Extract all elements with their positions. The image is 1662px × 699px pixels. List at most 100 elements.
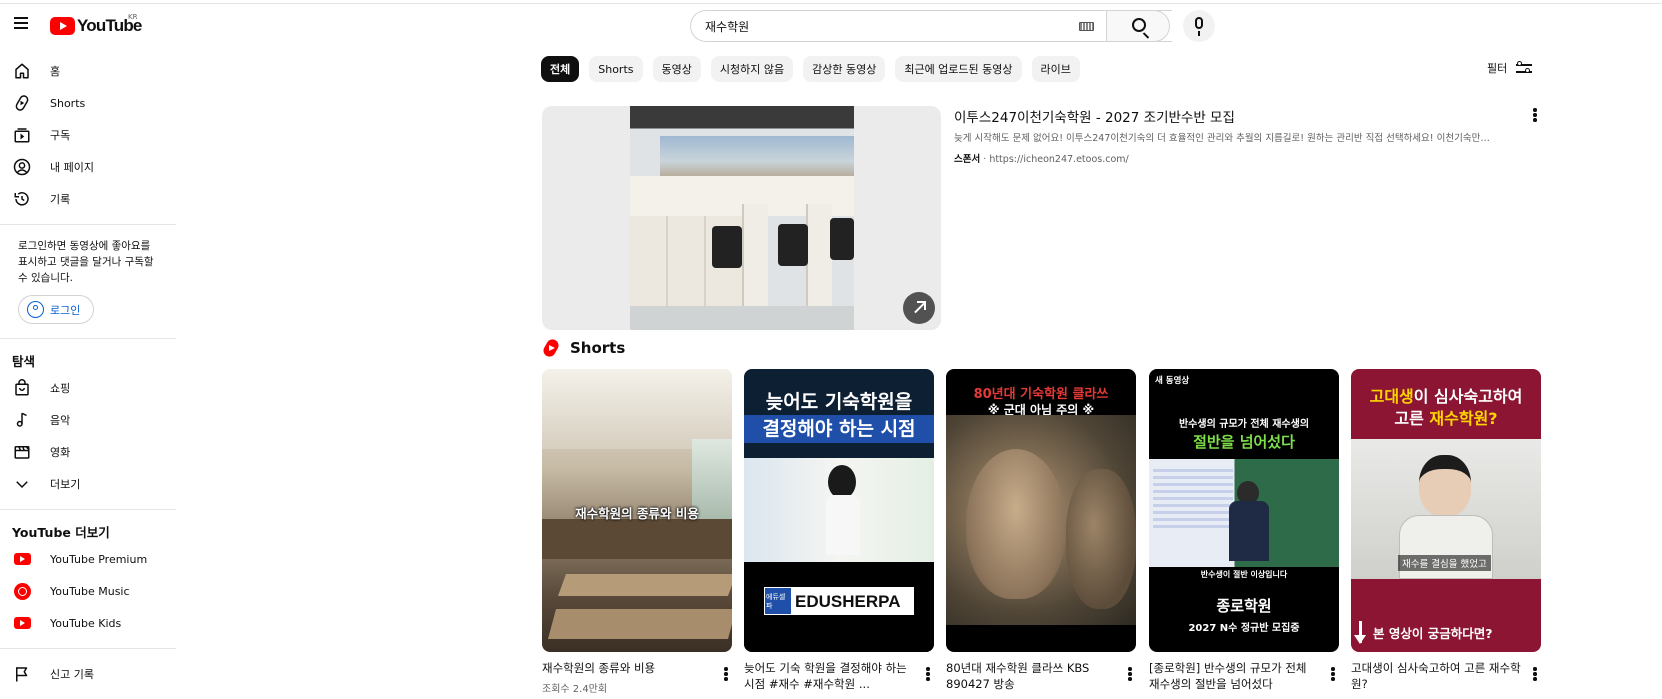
- youtube-logo[interactable]: YouTube KR: [50, 13, 142, 36]
- sidebar-item-you[interactable]: 내 페이지: [0, 151, 176, 183]
- sign-in-label: 로그인: [50, 303, 81, 317]
- short-overlay-text: 80년대 기숙학원 클라쓰: [973, 387, 1109, 402]
- sidebar-item-subscriptions[interactable]: 구독: [0, 119, 176, 151]
- ad-url[interactable]: https://icheon247.etoos.com/: [989, 154, 1128, 165]
- chip-live[interactable]: 라이브: [1031, 56, 1080, 82]
- search-button[interactable]: [1106, 10, 1170, 42]
- top-border: [0, 0, 1662, 4]
- sidebar-item-youtube-premium[interactable]: YouTube Premium: [0, 543, 176, 575]
- shopping-bag-icon: [12, 378, 32, 398]
- short-item[interactable]: 80년대 기숙학원 클라쓰 ※ 군대 아님 주의 ※ 80년대 재수학원 클라쓰…: [946, 369, 1136, 691]
- sidebar-item-label: YouTube Kids: [50, 616, 122, 630]
- sidebar-item-youtube-music[interactable]: YouTube Music: [0, 575, 176, 607]
- sidebar-item-history[interactable]: 기록: [0, 183, 176, 215]
- chip-watched[interactable]: 감상한 동영상: [803, 56, 886, 82]
- short-thumbnail[interactable]: 재수학원의 종류와 비용: [542, 369, 732, 652]
- user-circle-icon: [27, 301, 44, 318]
- short-item[interactable]: 늦어도 기숙학원을 결정해야 하는 시점 에듀셀파 EDUSHERPA 늦어도 …: [744, 369, 934, 691]
- short-overlay-line2: 고른 재수학원?: [1351, 405, 1541, 429]
- short-overlay-highlight: 절반을 넘어섰다: [1193, 433, 1295, 451]
- sidebar-item-music[interactable]: 음악: [0, 404, 176, 436]
- short-title[interactable]: 80년대 재수학원 클라쓰 KBS 890427 방송: [946, 660, 1116, 692]
- short-title[interactable]: [종로학원] 반수생의 규모가 전체 재수생의 절반을 넘어섰다: [1149, 660, 1319, 692]
- ad-title[interactable]: 이투스247이천기숙학원 - 2027 조기반수반 모집: [954, 106, 1235, 126]
- sidebar-item-label: 음악: [50, 414, 71, 427]
- divider: [0, 224, 176, 225]
- ad-more-actions-icon[interactable]: [1525, 105, 1545, 125]
- sidebar-item-label: 쇼핑: [50, 382, 71, 395]
- sidebar-item-label: 신고 기록: [50, 668, 94, 681]
- sidebar-item-label: 영화: [50, 446, 71, 459]
- divider: [0, 648, 176, 649]
- sidebar-item-show-more[interactable]: 더보기: [0, 468, 176, 500]
- short-more-actions-icon[interactable]: [918, 664, 938, 684]
- sidebar-item-report-history[interactable]: 신고 기록: [0, 658, 176, 690]
- short-overlay-line1: 고대생이 심사숙고하여: [1351, 383, 1541, 407]
- chip-videos[interactable]: 동영상: [652, 56, 701, 82]
- short-item[interactable]: 고대생이 심사숙고하여 고른 재수학원? 재수를 결심을 했었고 본 영상이 궁…: [1351, 369, 1541, 691]
- chip-all[interactable]: 전체: [541, 56, 580, 82]
- sidebar-item-shopping[interactable]: 쇼핑: [0, 372, 176, 404]
- voice-search-button[interactable]: [1183, 10, 1215, 42]
- sidebar-item-movies[interactable]: 영화: [0, 436, 176, 468]
- search-box: [690, 10, 1172, 42]
- short-thumbnail[interactable]: 80년대 기숙학원 클라쓰 ※ 군대 아님 주의 ※: [946, 369, 1136, 652]
- sidebar-item-label: YouTube Premium: [50, 552, 148, 566]
- keyboard-icon[interactable]: [1079, 22, 1094, 31]
- sidebar: 홈 Shorts 구독 내 페이지 기록 로그인하면 동영상에 좋아요를 표시하…: [0, 55, 176, 690]
- short-overlay-bottom: 본 영상이 궁금하다면?: [1373, 626, 1493, 641]
- menu-icon[interactable]: [10, 15, 32, 37]
- short-views: 조회수 2.4만회: [542, 684, 608, 695]
- shorts-logo-icon: [541, 337, 561, 359]
- login-prompt-text: 로그인하면 동영상에 좋아요를 표시하고 댓글을 달거나 구독할 수 있습니다.: [18, 240, 154, 284]
- sidebar-item-label: Shorts: [50, 96, 86, 110]
- search-icon: [1132, 18, 1146, 32]
- sidebar-item-label: 구독: [50, 129, 71, 142]
- home-icon: [12, 61, 32, 81]
- open-external-icon[interactable]: [903, 292, 935, 324]
- short-title[interactable]: 고대생이 심사숙고하여 고른 재수학원?: [1351, 660, 1521, 692]
- divider: [0, 509, 176, 510]
- search-input[interactable]: [705, 11, 1065, 41]
- short-thumbnail[interactable]: 늦어도 기숙학원을 결정해야 하는 시점 에듀셀파 EDUSHERPA: [744, 369, 934, 652]
- short-item[interactable]: 새 동영상 반수생의 규모가 전체 재수생의 절반을 넘어섰다 반수생이 절반 …: [1149, 369, 1339, 691]
- short-overlay-text: 고른: [1394, 409, 1430, 428]
- ad-thumbnail[interactable]: [542, 106, 941, 330]
- short-overlay-text: 반수생의 규모가 전체 재수생의: [1178, 419, 1310, 430]
- shorts-shelf-header: Shorts: [541, 337, 626, 359]
- short-item[interactable]: 재수학원의 종류와 비용 재수학원의 종류와 비용 조회수 2.4만회: [542, 369, 732, 695]
- history-icon: [12, 189, 32, 209]
- youtube-music-icon: [12, 581, 32, 601]
- sign-in-button[interactable]: 로그인: [18, 295, 94, 324]
- chip-recently-uploaded[interactable]: 최근에 업로드된 동영상: [895, 56, 1022, 82]
- chip-unwatched[interactable]: 시청하지 않음: [710, 56, 794, 82]
- microphone-icon: [1195, 17, 1203, 36]
- filter-sliders-icon: [1515, 60, 1533, 76]
- short-more-actions-icon[interactable]: [1323, 664, 1343, 684]
- short-subtitle: 재수를 결심을 했었고: [1398, 555, 1491, 571]
- more-from-youtube-heading: YouTube 더보기: [12, 524, 110, 540]
- sidebar-item-shorts[interactable]: Shorts: [0, 87, 176, 119]
- short-overlay-bottom: 2027 N수 정규반 모집중: [1188, 623, 1300, 634]
- filter-button[interactable]: 필터: [1487, 60, 1533, 76]
- chip-shorts[interactable]: Shorts: [589, 56, 643, 82]
- sidebar-item-label: 홈: [50, 65, 61, 78]
- shorts-icon: [12, 93, 32, 113]
- sidebar-item-youtube-kids[interactable]: YouTube Kids: [0, 607, 176, 639]
- short-brand-prefix: 에듀셀파: [765, 588, 791, 614]
- short-more-actions-icon[interactable]: [716, 664, 736, 684]
- subscriptions-icon: [12, 125, 32, 145]
- short-thumbnail[interactable]: 새 동영상 반수생의 규모가 전체 재수생의 절반을 넘어섰다 반수생이 절반 …: [1149, 369, 1339, 652]
- short-title[interactable]: 늦어도 기숙 학원을 결정해야 하는 시점 #재수 #재수학원 ...: [744, 660, 914, 692]
- filter-chips-bar: 전체 Shorts 동영상 시청하지 않음 감상한 동영상 최근에 업로드된 동…: [541, 56, 1080, 82]
- short-more-actions-icon[interactable]: [1120, 664, 1140, 684]
- sidebar-item-label: 더보기: [50, 478, 81, 491]
- music-note-icon: [12, 410, 32, 430]
- short-more-actions-icon[interactable]: [1525, 664, 1545, 684]
- short-brand-text: EDUSHERPA: [795, 592, 901, 611]
- shorts-shelf-title: Shorts: [570, 339, 626, 357]
- short-title[interactable]: 재수학원의 종류와 비용: [542, 660, 712, 676]
- short-thumbnail[interactable]: 고대생이 심사숙고하여 고른 재수학원? 재수를 결심을 했었고 본 영상이 궁…: [1351, 369, 1541, 652]
- divider: [0, 338, 176, 339]
- sidebar-item-home[interactable]: 홈: [0, 55, 176, 87]
